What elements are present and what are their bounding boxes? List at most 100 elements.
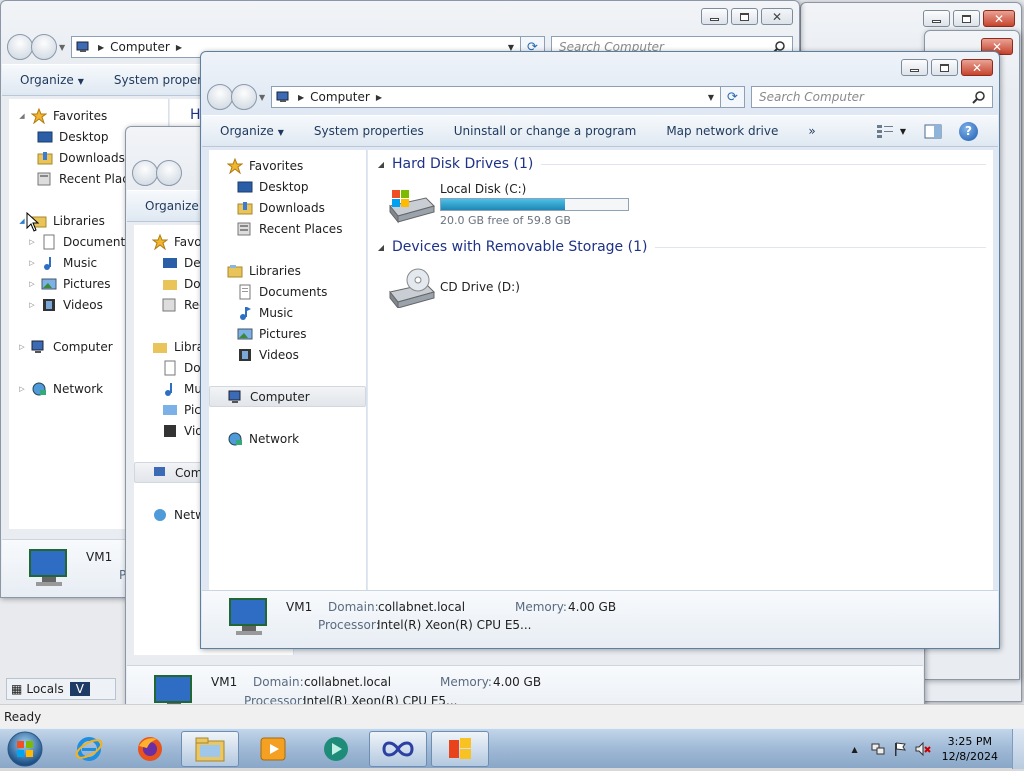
system-properties-button[interactable]: System properties <box>314 124 424 138</box>
address-dropdown-icon[interactable]: ▼ <box>708 93 714 102</box>
locals-tab[interactable]: Locals <box>26 682 63 696</box>
processor-value: Intel(R) Xeon(R) CPU E5... <box>377 618 532 632</box>
expand-arrow-icon[interactable]: ◢ <box>17 112 27 120</box>
nav-computer[interactable]: Computer <box>209 386 366 407</box>
maximize-button[interactable] <box>953 10 980 27</box>
expand-arrow-icon[interactable]: ▷ <box>27 301 37 309</box>
forward-button[interactable] <box>156 160 182 186</box>
volume-muted-icon[interactable] <box>914 741 932 757</box>
pictures-icon <box>41 278 57 289</box>
nav-libraries[interactable]: Libraries <box>209 260 366 281</box>
media-player-icon <box>260 737 286 761</box>
organize-menu[interactable]: Organize ▼ <box>220 124 284 138</box>
show-hidden-icons-icon[interactable]: ▲ <box>851 745 857 754</box>
action-center-flag-icon[interactable] <box>892 741 908 757</box>
close-button[interactable]: ✕ <box>983 10 1015 27</box>
forward-button[interactable] <box>231 84 257 110</box>
nav-documents[interactable]: Documents <box>209 281 366 302</box>
drive-local-disk-c[interactable]: Local Disk (C:) 20.0 GB free of 59.8 GB <box>386 182 636 228</box>
close-button[interactable]: ✕ <box>761 8 793 25</box>
pictures-icon <box>163 404 177 415</box>
network-tray-icon[interactable] <box>870 741 886 757</box>
maximize-button[interactable] <box>931 59 958 76</box>
expand-arrow-icon[interactable]: ▷ <box>27 238 37 246</box>
taskbar-app-infinity[interactable] <box>369 731 427 767</box>
breadcrumb-arrow-icon: ▶ <box>298 92 305 102</box>
nav-network[interactable]: Network <box>209 428 366 449</box>
collapse-arrow-icon[interactable]: ◢ <box>376 160 386 169</box>
domain-label: Domain: <box>328 600 379 614</box>
collapse-arrow-icon[interactable]: ◢ <box>376 243 386 252</box>
nav-videos-label: Videos <box>259 347 299 362</box>
map-network-drive-button[interactable]: Map network drive <box>666 124 778 138</box>
group-header-partial: H <box>190 107 201 123</box>
taskbar-media-player[interactable] <box>244 731 302 767</box>
drive-cd-d[interactable]: CD Drive (D:) <box>386 266 586 312</box>
taskbar-app-tiles[interactable] <box>431 731 489 767</box>
expand-arrow-icon[interactable]: ▷ <box>27 259 37 267</box>
close-button[interactable]: ✕ <box>961 59 993 76</box>
search-placeholder: Search Computer <box>759 90 864 104</box>
nav-favorites[interactable]: ◢ Favorites <box>9 105 168 126</box>
back-button[interactable] <box>207 84 233 110</box>
preview-pane-icon[interactable] <box>924 124 942 139</box>
recent-pages-dropdown[interactable]: ▼ <box>59 43 67 52</box>
address-bar[interactable]: ▶ Computer ▶ ▼ <box>271 86 721 108</box>
uninstall-program-button[interactable]: Uninstall or change a program <box>454 124 637 138</box>
minimize-button[interactable] <box>923 10 950 27</box>
expand-arrow-icon[interactable]: ▷ <box>17 385 27 393</box>
nav-favorites-label: Favorites <box>53 108 108 123</box>
infinity-app-icon <box>382 741 414 757</box>
help-button[interactable]: ? <box>959 122 978 141</box>
taskbar-firefox[interactable] <box>121 731 179 767</box>
taskbar-app-teal[interactable] <box>307 731 365 767</box>
taskbar-internet-explorer[interactable] <box>60 731 118 767</box>
v-tab[interactable]: V <box>69 682 90 696</box>
nav-desktop[interactable]: Desktop <box>209 176 366 197</box>
minimize-button[interactable] <box>901 59 928 76</box>
star-icon <box>227 157 243 174</box>
system-properties-button[interactable]: System properti <box>114 73 210 87</box>
nav-favorites[interactable]: Favorites <box>209 155 366 176</box>
minimize-button[interactable] <box>701 8 728 25</box>
navigation-pane: Favorites Desktop Downloads Recent Place… <box>209 150 367 590</box>
search-box[interactable]: Search Computer <box>751 86 993 108</box>
window-controls: ✕ <box>901 59 993 76</box>
computer-name: VM1 <box>286 600 313 614</box>
nav-pictures[interactable]: Pictures <box>209 323 366 344</box>
maximize-button[interactable] <box>731 8 758 25</box>
more-commands-button[interactable]: » <box>808 124 815 138</box>
refresh-button[interactable]: ⟳ <box>721 86 745 108</box>
domain-label: Domain: <box>253 675 304 689</box>
music-icon <box>165 382 172 396</box>
change-view-button[interactable]: ▼ <box>876 123 906 139</box>
clock[interactable]: 3:25 PM 12/8/2024 <box>942 734 998 764</box>
back-button[interactable] <box>7 34 33 60</box>
downloads-folder-icon <box>237 201 253 214</box>
locals-tab-icon: ▦ <box>11 682 23 696</box>
group-hard-disk-drives[interactable]: ◢ Hard Disk Drives (1) <box>376 156 986 172</box>
breadcrumb-computer[interactable]: Computer <box>110 40 170 54</box>
forward-button[interactable] <box>31 34 57 60</box>
back-button[interactable] <box>132 160 158 186</box>
nav-videos[interactable]: Videos <box>209 344 366 365</box>
breadcrumb-computer[interactable]: Computer <box>310 90 370 104</box>
nav-recent-places[interactable]: Recent Places <box>209 218 366 239</box>
taskbar-windows-explorer[interactable] <box>181 731 239 767</box>
background-tab-strip: ▦ Locals V <box>6 678 116 700</box>
nav-libraries-label: Libraries <box>249 263 301 278</box>
group-removable-storage[interactable]: ◢ Devices with Removable Storage (1) <box>376 239 986 255</box>
recent-pages-dropdown[interactable]: ▼ <box>259 93 267 102</box>
computer-explorer-window[interactable]: ✕ ▼ ▶ Computer ▶ ▼ ⟳ Search Computer Org… <box>200 51 1000 649</box>
nav-music[interactable]: Music <box>209 302 366 323</box>
nav-network-label: Network <box>249 431 300 446</box>
start-button[interactable] <box>3 730 47 768</box>
organize-menu[interactable]: Organize <box>145 199 199 213</box>
nav-downloads[interactable]: Downloads <box>209 197 366 218</box>
organize-menu[interactable]: Organize ▼ <box>20 73 84 87</box>
nav-downloads-label: Downloads <box>59 150 125 165</box>
show-desktop-button[interactable] <box>1012 729 1024 769</box>
documents-icon <box>164 360 176 375</box>
expand-arrow-icon[interactable]: ▷ <box>17 343 27 351</box>
expand-arrow-icon[interactable]: ▷ <box>27 280 37 288</box>
